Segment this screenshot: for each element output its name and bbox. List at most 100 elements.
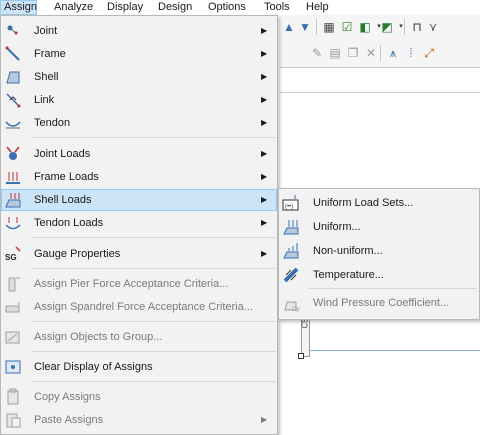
document-icon[interactable]: ▤	[328, 46, 342, 60]
menu-item-assign-group[interactable]: Assign Objects to Group...	[1, 326, 277, 348]
menu-display[interactable]: Display	[104, 0, 146, 15]
joint-loads-icon	[4, 145, 22, 163]
submenu-arrow-icon: ▶	[261, 95, 268, 104]
checkbox-icon[interactable]: ☑	[340, 20, 354, 34]
submenu-arrow-icon: ▶	[261, 118, 268, 127]
shell-loads-icon	[4, 191, 22, 209]
copy-icon[interactable]: ❐	[346, 46, 360, 60]
menu-design[interactable]: Design	[155, 0, 195, 15]
menu-help[interactable]: Help	[303, 0, 332, 15]
gauge-icon-text: SG	[5, 253, 17, 262]
menu-item-gauge-properties[interactable]: SG Gauge Properties ▶	[1, 243, 277, 265]
joint-icon	[4, 22, 22, 40]
svg-text:Cp: Cp	[292, 307, 300, 312]
frame-draw-icon[interactable]: ⊓	[410, 20, 424, 34]
axis-icon[interactable]: ⤢	[422, 46, 436, 60]
menu-item-label: Joint	[34, 25, 58, 37]
submenu-item-label: Uniform...	[313, 221, 361, 233]
toolbar-separator	[380, 45, 381, 61]
menu-item-tendon-loads[interactable]: Tendon Loads ▶	[1, 212, 277, 234]
menu-item-paste-assigns[interactable]: Paste Assigns ▶	[1, 409, 277, 431]
submenu-arrow-icon: ▶	[261, 72, 268, 81]
menu-help-label: Help	[306, 1, 329, 13]
tendon-loads-icon	[4, 214, 22, 232]
menu-analyze[interactable]: Analyze	[51, 0, 96, 15]
menu-item-tendon[interactable]: Tendon ▶	[1, 112, 277, 134]
non-uniform-icon	[282, 242, 300, 260]
move-up-icon[interactable]: ▲	[282, 20, 296, 34]
supports-icon[interactable]: ⩚	[386, 46, 400, 60]
beam-line[interactable]	[310, 350, 480, 351]
menu-tools-label: Tools	[264, 1, 290, 13]
grid-select-icon[interactable]: ▦	[322, 20, 336, 34]
submenu-item-uniform[interactable]: Uniform...	[279, 215, 479, 239]
spandrel-icon	[4, 298, 22, 316]
toolbar-row-1: ▲ ▼ ▦ ☑ ◧ ▾ ◩ ▾ ⊓ ⋎	[280, 15, 480, 39]
menu-separator	[31, 268, 275, 269]
menu-design-label: Design	[158, 1, 193, 13]
submenu-item-label: Uniform Load Sets...	[313, 197, 414, 209]
submenu-item-temperature[interactable]: Temperature...	[279, 263, 479, 287]
move-down-icon[interactable]: ▼	[298, 20, 312, 34]
shell-loads-submenu: (••) Uniform Load Sets... Uniform... Non…	[278, 188, 480, 320]
menu-item-frame[interactable]: Frame ▶	[1, 43, 277, 65]
temperature-icon	[282, 266, 300, 284]
toolbar-separator	[404, 19, 405, 35]
edit-pencil-icon[interactable]: ✎	[310, 46, 324, 60]
object-view-icon[interactable]: ◩	[380, 20, 394, 34]
submenu-arrow-icon: ▶	[261, 26, 268, 35]
menu-item-copy-assigns[interactable]: Copy Assigns	[1, 386, 277, 408]
toolbar-area: ▲ ▼ ▦ ☑ ◧ ▾ ◩ ▾ ⊓ ⋎ ✎ ▤ ❐ ✕ ⩚ ⦙ ⤢	[280, 15, 480, 67]
delete-icon[interactable]: ✕	[364, 46, 378, 60]
brace-draw-icon[interactable]: ⋎	[426, 20, 440, 34]
menu-item-link[interactable]: Link ▶	[1, 89, 277, 111]
menu-item-label: Tendon Loads	[34, 217, 104, 229]
frame-icon	[4, 45, 22, 63]
clear-display-icon	[4, 358, 22, 376]
submenu-arrow-icon: ▶	[261, 195, 268, 204]
menu-assign-label: Assign	[4, 1, 38, 13]
submenu-arrow-icon: ▶	[261, 249, 268, 258]
submenu-item-non-uniform[interactable]: Non-uniform...	[279, 239, 479, 263]
menu-item-spandrel-force[interactable]: Assign Spandrel Force Acceptance Criteri…	[1, 296, 277, 318]
menu-item-pier-force[interactable]: Assign Pier Force Acceptance Criteria...	[1, 273, 277, 295]
menu-item-label: Paste Assigns	[34, 414, 104, 426]
toolbar-row-2: ✎ ▤ ❐ ✕ ⩚ ⦙ ⤢	[280, 41, 480, 65]
submenu-arrow-icon: ▶	[261, 415, 268, 424]
menu-tools[interactable]: Tools	[261, 0, 293, 15]
menu-item-joint[interactable]: Joint ▶	[1, 20, 277, 42]
submenu-item-wind-pressure[interactable]: Cp Wind Pressure Coefficient...	[279, 291, 479, 315]
canvas-header	[280, 68, 480, 93]
link-icon	[4, 91, 22, 109]
menu-assign[interactable]: Assign	[0, 0, 37, 15]
submenu-item-uniform-load-sets[interactable]: (••) Uniform Load Sets...	[279, 191, 479, 215]
gauge-icon: SG	[4, 245, 22, 263]
menu-item-label: Clear Display of Assigns	[34, 361, 153, 373]
submenu-arrow-icon: ▶	[261, 218, 268, 227]
menu-separator	[31, 351, 275, 352]
menu-item-label: Shell Loads	[34, 194, 92, 206]
menu-item-clear-display[interactable]: Clear Display of Assigns	[1, 356, 277, 378]
dropdown-arrow-icon[interactable]: ▾	[394, 20, 408, 34]
menu-separator	[31, 381, 275, 382]
submenu-item-label: Temperature...	[313, 269, 384, 281]
pier-icon	[4, 275, 22, 293]
paste-assigns-icon	[4, 411, 22, 429]
menu-options[interactable]: Options	[205, 0, 249, 15]
submenu-item-label: Non-uniform...	[313, 245, 383, 257]
menu-item-label: Link	[34, 94, 55, 106]
menu-item-label: Copy Assigns	[34, 391, 101, 403]
submenu-separator	[309, 288, 477, 289]
submenu-arrow-icon: ▶	[261, 49, 268, 58]
joint-node[interactable]	[298, 353, 304, 359]
loads-icon[interactable]: ⦙	[404, 46, 418, 60]
menu-item-label: Shell	[34, 71, 59, 83]
menu-item-frame-loads[interactable]: Frame Loads ▶	[1, 166, 277, 188]
menu-item-shell-loads[interactable]: Shell Loads ▶	[1, 189, 277, 211]
menu-item-label: Assign Pier Force Acceptance Criteria...	[34, 278, 229, 290]
menu-item-joint-loads[interactable]: Joint Loads ▶	[1, 143, 277, 165]
view-options-icon[interactable]: ◧	[358, 20, 372, 34]
menu-item-shell[interactable]: Shell ▶	[1, 66, 277, 88]
frame-loads-icon	[4, 168, 22, 186]
menu-bar: Assign Analyze Display Design Options To…	[0, 0, 480, 15]
